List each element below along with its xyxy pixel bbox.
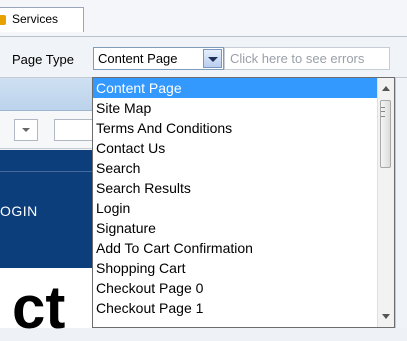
dropdown-option[interactable]: Site Map [93,98,383,118]
errors-link[interactable]: Click here to see errors [224,47,390,70]
dropdown-items: Content Page Site Map Terms And Conditions… [93,78,383,318]
errors-link-text: Click here to see errors [230,51,365,66]
dropdown-option[interactable]: Login [93,198,383,218]
page-type-label: Page Type [12,52,74,67]
dropdown-option[interactable]: Shopping Cart [93,258,383,278]
dropdown-scrollbar[interactable] [377,78,394,327]
divider [0,171,92,172]
page-type-dropdown-list[interactable]: Content Page Site Map Terms And Conditions… [92,77,395,328]
dropdown-option[interactable]: Search [93,158,383,178]
page-icon [0,15,6,25]
dropdown-option[interactable]: Search Results [93,178,383,198]
scroll-down-icon[interactable] [382,314,390,319]
page-type-value: Content Page [98,51,178,66]
background-right-edge [395,78,407,328]
tab-strip: Services [0,0,407,37]
dropdown-option[interactable]: Content Page [93,78,383,98]
dropdown-option[interactable]: Add To Cart Confirmation [93,238,383,258]
dropdown-option[interactable]: Checkout Page 0 [93,278,383,298]
dropdown-option[interactable]: Signature [93,218,383,238]
tab-label: Services [12,12,59,26]
background-header-bar [0,78,92,111]
page-type-toolbar: Page Type Content Page Click here to see… [0,37,407,78]
background-combo[interactable] [14,119,38,141]
tab-services[interactable]: Services [0,7,84,32]
login-link[interactable]: OGIN [0,203,38,219]
scroll-up-icon[interactable] [382,86,390,91]
dropdown-option[interactable]: Checkout Page 1 [93,298,383,318]
chevron-down-icon[interactable] [203,49,222,68]
dropdown-option[interactable]: Contact Us [93,138,383,158]
grip-icon [381,107,385,117]
dropdown-option[interactable]: Terms And Conditions [93,118,383,138]
logo-text: ct [12,274,66,341]
page-type-select[interactable]: Content Page [93,47,224,70]
background-input[interactable] [54,119,92,141]
